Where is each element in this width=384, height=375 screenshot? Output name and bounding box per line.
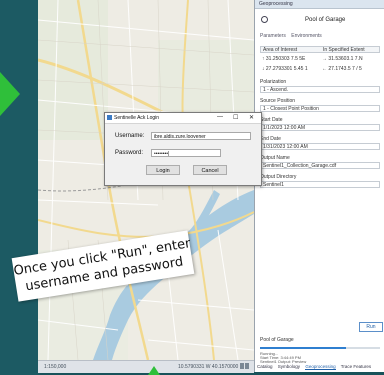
progress-bar xyxy=(260,347,380,349)
run-button[interactable]: Run xyxy=(359,322,383,332)
progress-fill xyxy=(260,347,347,349)
output-directory-input[interactable]: Sentinel1 xyxy=(260,181,380,188)
start-date-input[interactable]: 1/1/2023 12:00 AM xyxy=(260,124,380,131)
cancel-button[interactable]: Cancel xyxy=(193,165,227,175)
pause-icon[interactable] xyxy=(240,363,244,369)
field-label: Polarization xyxy=(260,79,287,85)
back-icon[interactable] xyxy=(261,16,268,23)
map-scale[interactable]: 1:150,000 xyxy=(44,364,66,370)
login-button[interactable]: Login xyxy=(146,165,180,175)
map-coordinates: 10.5790331 W 40.1570000 N xyxy=(178,364,244,370)
tab-environments[interactable]: Environments xyxy=(291,33,322,39)
username-input[interactable]: ibre.aldis.zure.loovener xyxy=(151,132,251,140)
map-status-bar: 1:150,000 10.5790331 W 40.1570000 N xyxy=(38,360,254,373)
login-dialog: Sentinelle Ack Login — ☐ ✕ Username: ibr… xyxy=(104,112,262,186)
field-label: Output Directory xyxy=(260,174,297,180)
area-extent-select[interactable]: In Specified Extent xyxy=(323,47,365,53)
pane-tab-bar: Geoprocessing xyxy=(255,0,384,9)
dialog-title-bar[interactable]: Sentinelle Ack Login — ☐ ✕ xyxy=(105,113,261,124)
output-name-input[interactable]: Sentinel1_Collection_Garage.cdf xyxy=(260,162,380,169)
tab-parameters[interactable]: Parameters xyxy=(260,33,286,39)
tool-title: Pool of Garage xyxy=(305,17,346,23)
dialog-title: Sentinelle Ack Login xyxy=(114,115,160,121)
extent-left[interactable]: ← 27.1743.5 7 / 5 xyxy=(322,66,362,72)
field-label: Start Date xyxy=(260,117,283,123)
extent-row[interactable]: ↑ 31.250303 7.5 5E → 31.53603.1 7.N xyxy=(260,56,380,63)
extent-bottom[interactable]: ↓ 27.2793301 5.45 1 xyxy=(262,66,308,72)
desktop-background xyxy=(0,0,40,375)
close-icon[interactable]: ✕ xyxy=(249,114,254,121)
maximize-icon[interactable]: ☐ xyxy=(233,114,238,121)
username-label: Username: xyxy=(115,133,145,139)
progress-title[interactable]: Pool of Garage xyxy=(260,337,294,343)
end-date-input[interactable]: 1/31/2023 12:00 AM xyxy=(260,143,380,150)
tab-geoprocessing[interactable]: Geoprocessing xyxy=(305,364,336,370)
extent-right[interactable]: → 31.53603.1 7.N xyxy=(322,56,363,62)
extent-row[interactable]: ↓ 27.2793301 5.45 1 ← 27.1743.5 7 / 5 xyxy=(260,66,380,73)
field-label: Source Position xyxy=(260,98,296,104)
green-arrow-pointer xyxy=(0,72,20,116)
app-icon xyxy=(107,115,112,120)
area-of-interest-row[interactable]: Area of Interest In Specified Extent xyxy=(260,46,380,53)
bottom-tabs: Catalog Symbology Geoprocessing Trace Fe… xyxy=(257,364,375,370)
tab-trace-features[interactable]: Trace Features xyxy=(341,364,371,369)
minimize-icon[interactable]: — xyxy=(217,114,223,120)
tab-symbology[interactable]: Symbology xyxy=(278,364,300,369)
field-label: End Date xyxy=(260,136,281,142)
tab-catalog[interactable]: Catalog xyxy=(257,364,273,369)
map-nav-icons xyxy=(240,363,252,371)
password-input[interactable]: ••••••••| xyxy=(151,149,221,157)
geoprocessing-pane: Geoprocessing Pool of Garage Parameters … xyxy=(254,0,384,372)
pane-header: Pool of Garage xyxy=(255,10,384,28)
polarization-input[interactable]: 1 - Ascend. xyxy=(260,86,380,93)
tool-tabs: Parameters Environments xyxy=(260,33,326,39)
pane-tab-label[interactable]: Geoprocessing xyxy=(259,1,293,7)
refresh-icon[interactable] xyxy=(245,363,249,369)
field-label: Output Name xyxy=(260,155,290,161)
extent-top[interactable]: ↑ 31.250303 7.5 5E xyxy=(262,56,305,62)
password-label: Password: xyxy=(115,150,144,156)
source-position-input[interactable]: 1 - Closest Point Position xyxy=(260,105,380,112)
area-of-interest-label: Area of Interest xyxy=(263,47,298,53)
run-button-label: Run xyxy=(366,324,376,330)
green-arrow-bottom xyxy=(148,366,160,375)
